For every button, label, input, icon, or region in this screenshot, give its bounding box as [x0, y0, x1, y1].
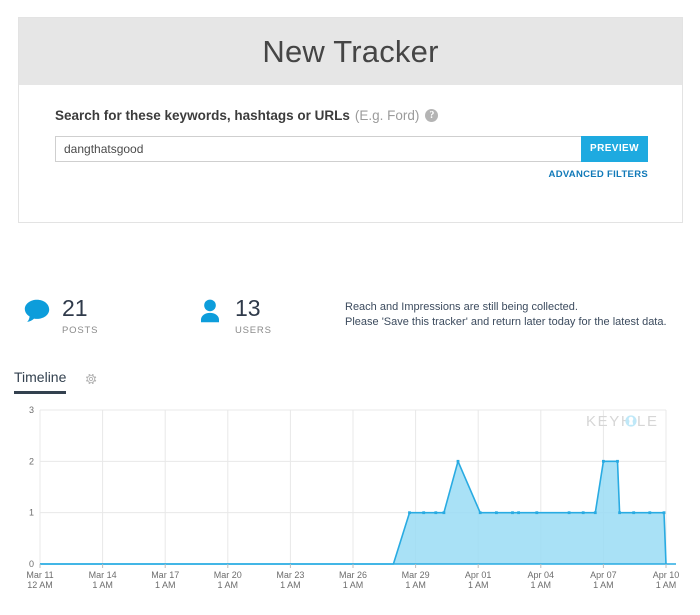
x-axis-tick-time: 1 AM [280, 580, 301, 590]
series-point-marker[interactable] [535, 511, 539, 515]
stat-users-value: 13 [235, 295, 261, 321]
stat-posts: 21 POSTS [22, 296, 98, 336]
x-axis-tick-date: Mar 29 [402, 570, 430, 580]
x-axis-tick-time: 1 AM [405, 580, 426, 590]
collection-notice: Reach and Impressions are still being co… [345, 300, 695, 330]
stat-posts-text: 21 POSTS [62, 295, 99, 337]
stat-users: 13 USERS [195, 296, 272, 336]
x-axis-tick-date: Mar 23 [276, 570, 304, 580]
search-label-text: Search for these keywords, hashtags or U… [55, 108, 350, 123]
search-field-label: Search for these keywords, hashtags or U… [55, 109, 646, 123]
page-title: New Tracker [262, 33, 439, 69]
tab-timeline[interactable]: Timeline [14, 370, 67, 394]
series-point-marker[interactable] [434, 511, 438, 515]
x-axis-tick-date: Mar 17 [151, 570, 179, 580]
x-axis-tick-date: Mar 14 [89, 570, 117, 580]
series-point-marker[interactable] [478, 511, 482, 515]
collection-notice-line-2: Please 'Save this tracker' and return la… [345, 316, 667, 328]
watermark-text-right: LE [637, 413, 659, 430]
series-point-marker[interactable] [618, 511, 621, 515]
card-body: Search for these keywords, hashtags or U… [19, 85, 682, 180]
series-point-marker[interactable] [567, 511, 571, 515]
x-axis-tick-date: Apr 10 [653, 570, 680, 580]
x-axis-tick-time: 1 AM [155, 580, 176, 590]
series-point-marker[interactable] [517, 511, 520, 515]
search-label-hint: (E.g. Ford) [354, 108, 420, 123]
stat-posts-value: 21 [62, 295, 88, 321]
chart-tabs: Timeline [14, 370, 98, 394]
tracker-page: New Tracker Search for these keywords, h… [0, 0, 700, 615]
series-point-marker[interactable] [593, 511, 597, 515]
x-axis-tick-time: 1 AM [218, 580, 239, 590]
stat-users-text: 13 USERS [235, 295, 272, 337]
x-axis-tick-date: Mar 26 [339, 570, 367, 580]
chart-y-axis: 0 1 2 3 [29, 405, 34, 569]
advanced-filters-link[interactable]: ADVANCED FILTERS [55, 169, 648, 180]
series-point-marker[interactable] [408, 511, 411, 515]
preview-button[interactable]: PREVIEW [581, 135, 648, 162]
new-tracker-card: New Tracker Search for these keywords, h… [18, 17, 683, 223]
y-axis-tick-label: 1 [29, 508, 34, 518]
card-header: New Tracker [19, 18, 682, 85]
series-point-marker[interactable] [422, 511, 426, 515]
series-point-marker[interactable] [511, 511, 514, 515]
x-axis-tick-time: 1 AM [468, 580, 489, 590]
question-mark-icon[interactable]: ? [425, 109, 439, 123]
series-point-marker[interactable] [616, 459, 619, 463]
keywords-input[interactable] [55, 135, 581, 162]
y-axis-tick-label: 3 [29, 405, 34, 415]
stats-row: 21 POSTS 13 USERS Reach and Impressions … [0, 296, 700, 348]
series-point-marker[interactable] [632, 511, 636, 515]
timeline-chart[interactable]: KEYH LE 0123 Mar 11 12 AM Mar 14 1 AM Mar 17… [0, 400, 700, 600]
x-axis-tick-time: 1 AM [531, 580, 552, 590]
x-axis-tick-date: Apr 07 [590, 570, 617, 580]
x-axis-tick-date: Mar 20 [214, 570, 242, 580]
y-axis-tick-label: 0 [29, 559, 34, 569]
user-icon [201, 299, 219, 323]
x-axis-tick-date: Apr 04 [528, 570, 555, 580]
x-axis-tick-time: 1 AM [92, 580, 113, 590]
keyhole-logo-icon [625, 415, 637, 427]
series-point-marker[interactable] [602, 459, 605, 463]
chart-watermark: KEYH LE [586, 413, 659, 430]
series-point-marker[interactable] [495, 511, 498, 515]
x-axis-tick-date: Mar 11 [26, 570, 53, 580]
series-point-marker[interactable] [648, 511, 652, 515]
x-axis-tick-time: 1 AM [593, 580, 614, 590]
timeline-chart-svg[interactable]: KEYH LE 0123 Mar 1112 AMMar 141 AMMar 17… [0, 400, 700, 600]
series-point-marker[interactable] [442, 511, 446, 515]
x-axis-tick-time: 1 AM [343, 580, 364, 590]
stat-posts-caption: POSTS [62, 325, 99, 336]
series-point-marker[interactable] [581, 511, 585, 515]
chart-x-axis: Mar 1112 AMMar 141 AMMar 171 AMMar 201 A… [26, 563, 680, 590]
x-axis-tick-time: 1 AM [656, 580, 677, 590]
y-axis-tick-label: 2 [29, 456, 34, 466]
search-input-row: PREVIEW [55, 135, 648, 162]
speech-bubble-icon [24, 299, 50, 322]
x-axis-tick-date: Apr 01 [465, 570, 492, 580]
gear-icon[interactable] [84, 372, 98, 386]
series-point-marker[interactable] [662, 511, 666, 515]
collection-notice-line-1: Reach and Impressions are still being co… [345, 301, 578, 313]
x-axis-tick-time: 12 AM [27, 580, 53, 590]
series-point-marker[interactable] [456, 459, 460, 463]
stat-users-caption: USERS [235, 325, 272, 336]
